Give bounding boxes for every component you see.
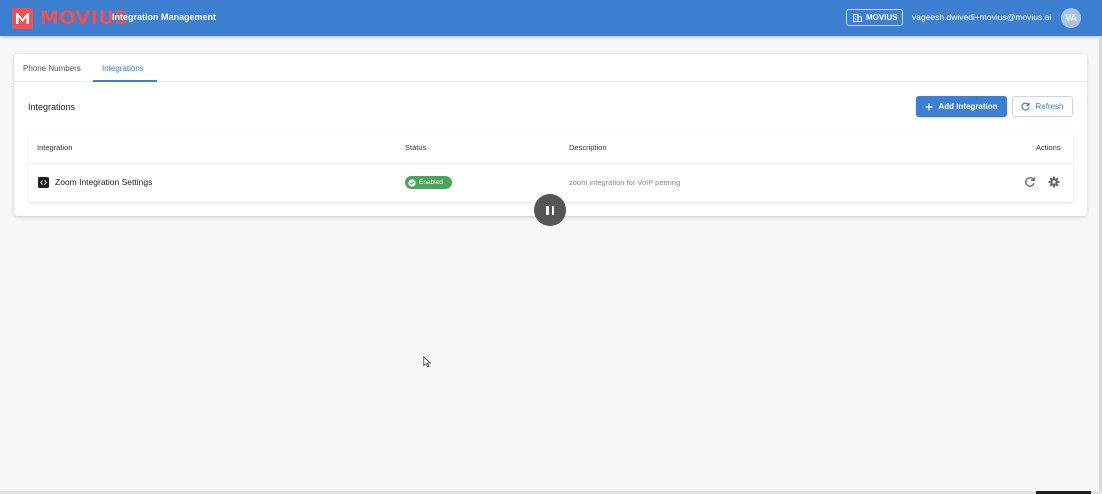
- refresh-icon: [1021, 102, 1030, 111]
- top-app-bar: MOVIUS Integration Management MOVIUS vag…: [0, 0, 1102, 36]
- org-label: MOVIUS: [866, 13, 898, 22]
- refresh-button[interactable]: Refresh: [1012, 96, 1073, 117]
- status-badge: Enabled: [405, 176, 452, 189]
- tab-integrations[interactable]: Integrations: [102, 64, 144, 73]
- tab-phone-numbers[interactable]: Phone Numbers: [23, 64, 81, 73]
- integration-description: zoom integration for VoIP peering: [569, 178, 681, 187]
- integration-name[interactable]: Zoom Integration Settings: [55, 177, 152, 187]
- app-title: Integration Management: [112, 12, 217, 22]
- org-selector[interactable]: MOVIUS: [846, 9, 903, 26]
- integrations-table: Integration Status Description Actions Z…: [28, 134, 1073, 202]
- status-label: Enabled: [419, 179, 443, 186]
- tab-bar: Phone Numbers Integrations: [14, 54, 1087, 82]
- avatar[interactable]: VA: [1061, 8, 1081, 28]
- plus-icon: [925, 103, 933, 110]
- building-icon: [853, 13, 862, 22]
- column-header-status[interactable]: Status: [405, 143, 426, 152]
- user-email: vageesh.dwivedi+movius@movius.ai: [912, 12, 1052, 22]
- column-header-integration[interactable]: Integration: [37, 143, 72, 152]
- gear-icon[interactable]: [1048, 176, 1060, 188]
- refresh-icon[interactable]: [1024, 176, 1036, 188]
- column-header-description[interactable]: Description: [569, 143, 607, 152]
- add-integration-label: Add Integration: [938, 102, 998, 111]
- movius-m-icon: [12, 8, 33, 29]
- header-divider: [28, 163, 1073, 164]
- pause-icon[interactable]: [534, 194, 566, 226]
- add-integration-button[interactable]: Add Integration: [916, 96, 1007, 117]
- section-title: Integrations: [28, 102, 76, 112]
- refresh-label: Refresh: [1035, 102, 1064, 111]
- column-header-actions: Actions: [1036, 143, 1061, 152]
- check-circle-icon: [408, 178, 416, 187]
- code-icon: [38, 177, 49, 188]
- mouse-cursor-icon: [423, 356, 432, 368]
- integrations-card: Phone Numbers Integrations Integrations …: [14, 54, 1087, 216]
- active-tab-indicator: [93, 80, 157, 82]
